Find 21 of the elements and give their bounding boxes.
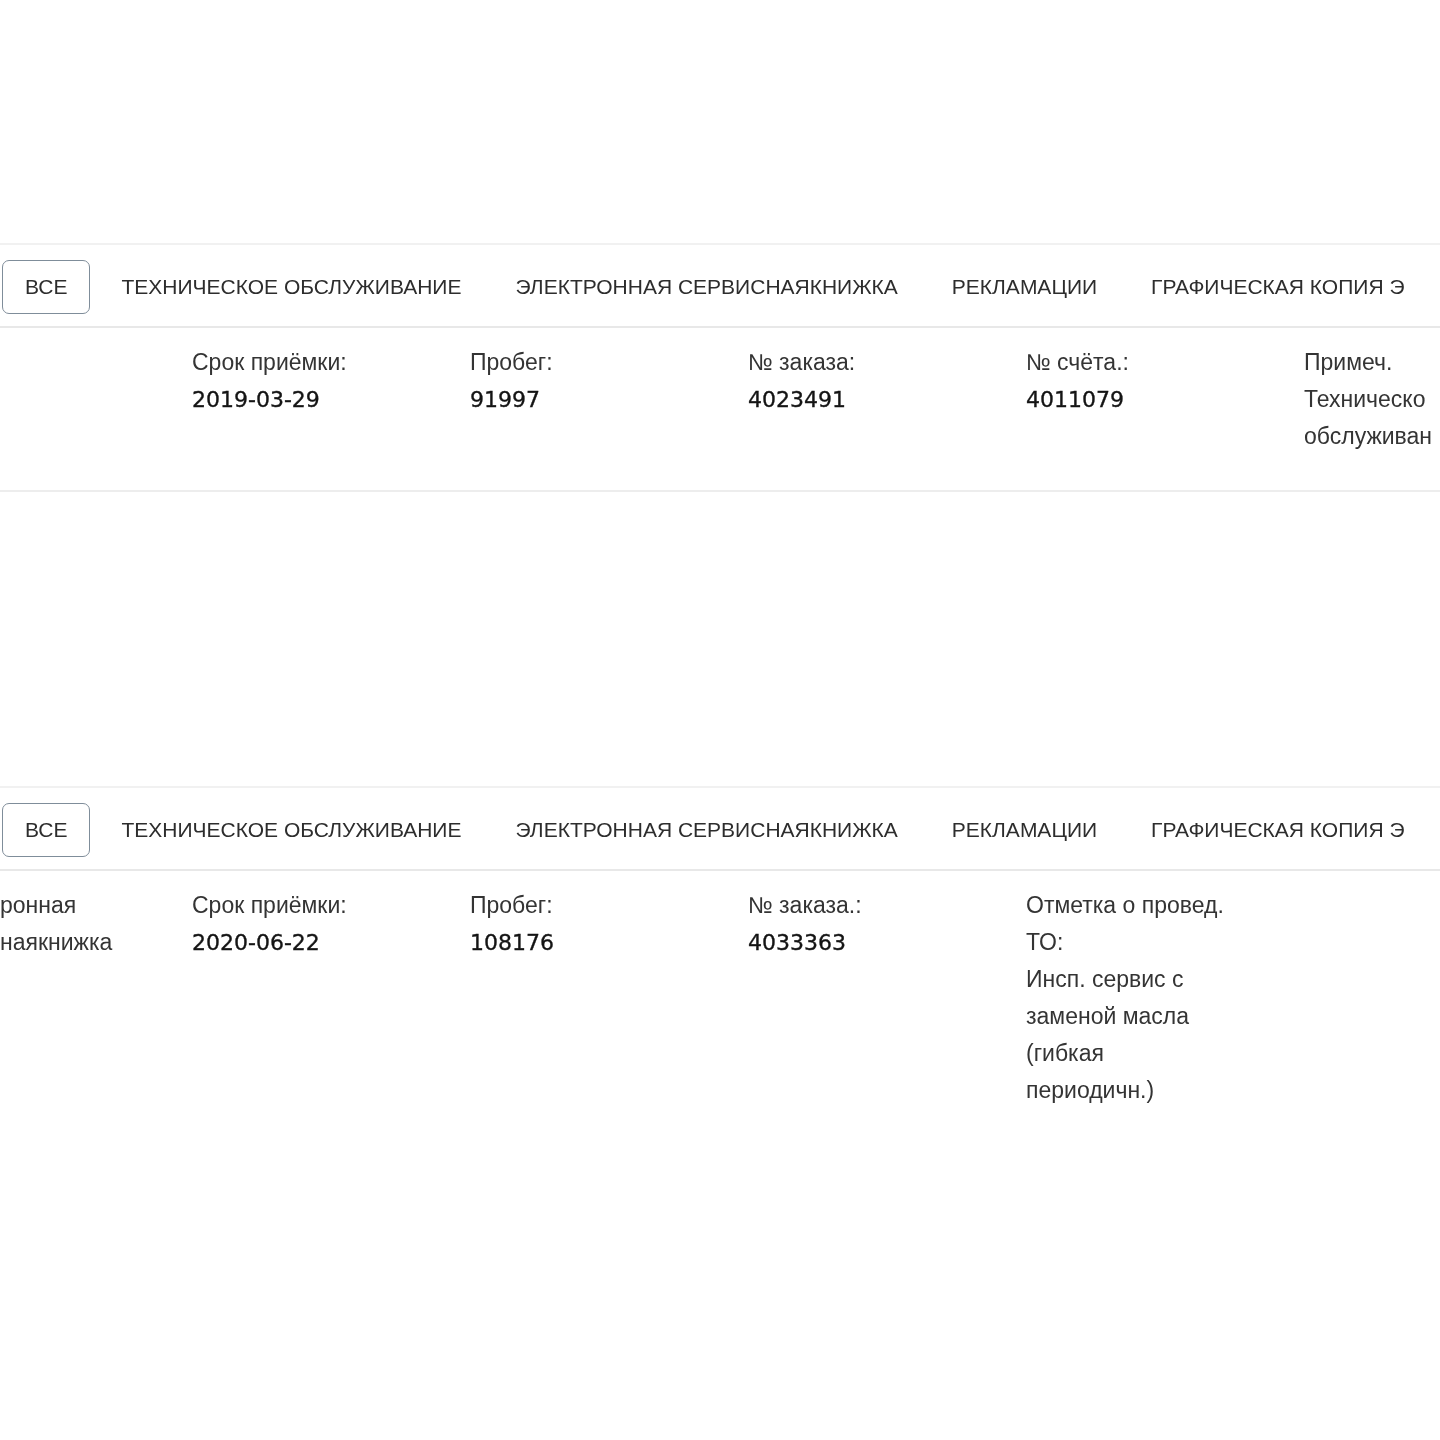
field-label: № заказа.: (748, 891, 862, 920)
field-label: № заказа: (748, 348, 856, 377)
note-text: Техническо обслуживан (1304, 385, 1434, 451)
field-value: 4033363 (748, 929, 846, 957)
field-label: Срок приёмки: (192, 348, 347, 377)
field-label: Примеч. (1304, 348, 1393, 377)
field-value: 4011079 (1026, 386, 1124, 414)
field-value: 91997 (470, 386, 540, 414)
field-label: Пробег: (470, 891, 553, 920)
field-label: Срок приёмки: (192, 891, 347, 920)
tab[interactable]: ВСЕ (2, 803, 91, 857)
field-label: Отметка о провед. ТО: (1026, 891, 1225, 957)
field-label: Пробег: (470, 348, 553, 377)
tab[interactable]: ВСЕ (2, 260, 91, 314)
field-value: 2019-03-29 (192, 386, 320, 414)
category-text: ронная наякнижка (0, 891, 113, 957)
field-label: № счёта.: (1026, 348, 1129, 377)
field-value: 4023491 (748, 386, 846, 414)
field-value: 2020-06-22 (192, 929, 320, 957)
field-value: 108176 (470, 929, 554, 957)
note-text: Инсп. сервис с заменой масла (гибкая периодичн.) (1026, 965, 1190, 1105)
